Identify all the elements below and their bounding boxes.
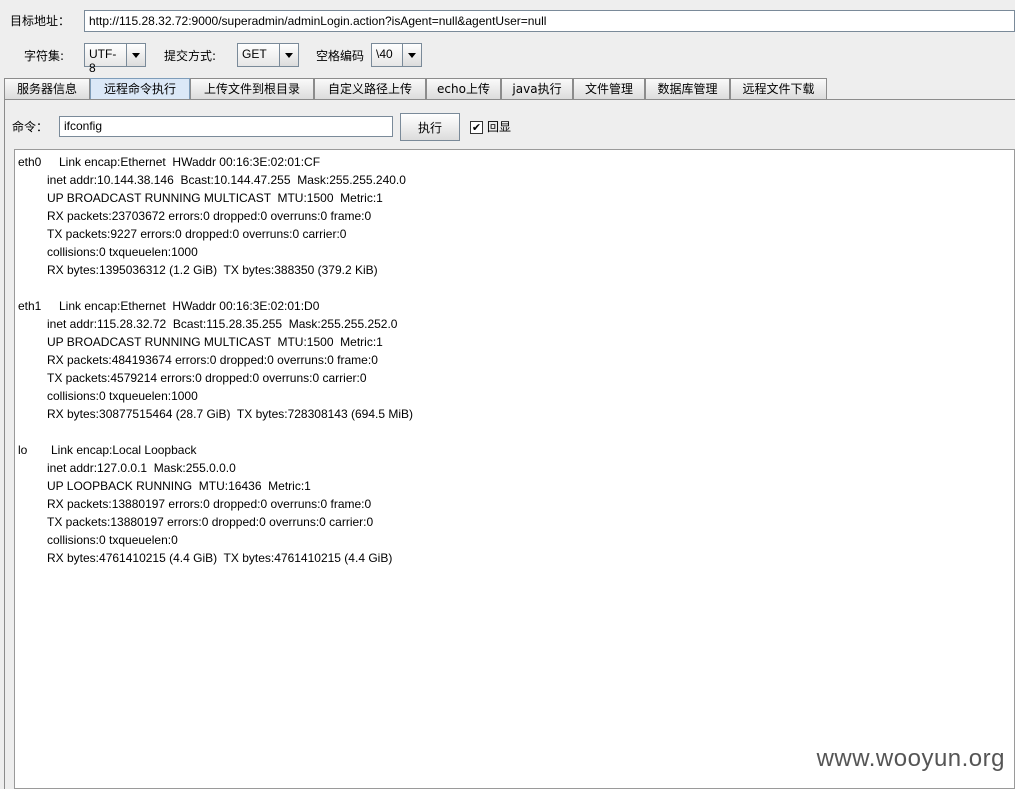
output-line: TX packets:9227 errors:0 dropped:0 overr… (47, 227, 347, 241)
execute-button[interactable]: 执行 (400, 113, 460, 141)
output-line: inet addr:10.144.38.146 Bcast:10.144.47.… (47, 173, 406, 187)
command-input[interactable]: ifconfig (59, 116, 393, 137)
output-line: UP BROADCAST RUNNING MULTICAST MTU:1500 … (47, 335, 383, 349)
output-interface-name: eth1 (18, 299, 42, 313)
chevron-down-icon (127, 44, 145, 66)
output-line: RX bytes:1395036312 (1.2 GiB) TX bytes:3… (47, 263, 378, 277)
tab-server-info[interactable]: 服务器信息 (4, 78, 90, 99)
echo-label: 回显 (487, 120, 512, 134)
output-line: collisions:0 txqueuelen:1000 (47, 389, 198, 403)
target-url-input[interactable]: http://115.28.32.72:9000/superadmin/admi… (84, 10, 1015, 32)
watermark: www.wooyun.org (816, 745, 1005, 772)
tab-upload-root[interactable]: 上传文件到根目录 (190, 78, 314, 99)
output-line: RX bytes:30877515464 (28.7 GiB) TX bytes… (47, 407, 414, 421)
tab-file-manager[interactable]: 文件管理 (573, 78, 645, 99)
output-line: TX packets:4579214 errors:0 dropped:0 ov… (47, 371, 367, 385)
output-line: RX packets:484193674 errors:0 dropped:0 … (47, 353, 378, 367)
method-label: 提交方式: (164, 49, 217, 63)
output-line: Link encap:Ethernet HWaddr 00:16:3E:02:0… (59, 155, 321, 169)
output-line: UP BROADCAST RUNNING MULTICAST MTU:1500 … (47, 191, 383, 205)
space-encoding-select[interactable]: \40 (371, 43, 422, 67)
tab-remote-command[interactable]: 远程命令执行 (90, 78, 190, 100)
tab-echo-upload[interactable]: echo上传 (426, 78, 501, 99)
echo-checkbox[interactable]: ✔ (470, 121, 483, 134)
tab-db-manager[interactable]: 数据库管理 (645, 78, 730, 99)
tab-custom-upload[interactable]: 自定义路径上传 (314, 78, 426, 99)
output-line: RX bytes:4761410215 (4.4 GiB) TX bytes:4… (47, 551, 393, 565)
charset-value: UTF-8 (85, 44, 127, 75)
output-line: Link encap:Local Loopback (51, 443, 197, 457)
chevron-down-icon (403, 44, 421, 66)
target-url-label: 目标地址： (10, 14, 71, 28)
charset-label: 字符集: (24, 49, 65, 63)
output-line: collisions:0 txqueuelen:1000 (47, 245, 198, 259)
output-line: collisions:0 txqueuelen:0 (47, 533, 178, 547)
output-line: RX packets:13880197 errors:0 dropped:0 o… (47, 497, 372, 511)
tab-java-exec[interactable]: java执行 (501, 78, 573, 99)
output-line: inet addr:127.0.0.1 Mask:255.0.0.0 (47, 461, 236, 475)
output-line: TX packets:13880197 errors:0 dropped:0 o… (47, 515, 374, 529)
tab-remote-download[interactable]: 远程文件下载 (730, 78, 827, 99)
method-select[interactable]: GET (237, 43, 299, 67)
output-interface-name: lo (18, 443, 28, 457)
output-line: RX packets:23703672 errors:0 dropped:0 o… (47, 209, 372, 223)
output-line: Link encap:Ethernet HWaddr 00:16:3E:02:0… (59, 299, 320, 313)
chevron-down-icon (280, 44, 298, 66)
method-value: GET (238, 44, 280, 66)
command-label: 命令： (12, 120, 49, 134)
output-interface-name: eth0 (18, 155, 42, 169)
command-output[interactable]: eth0 Link encap:Ethernet HWaddr 00:16:3E:… (14, 149, 1015, 789)
charset-select[interactable]: UTF-8 (84, 43, 146, 75)
space-encoding-label: 空格编码 (316, 49, 365, 63)
space-encoding-value: \40 (372, 44, 403, 66)
output-line: inet addr:115.28.32.72 Bcast:115.28.35.2… (47, 317, 398, 331)
output-line: UP LOOPBACK RUNNING MTU:16436 Metric:1 (47, 479, 311, 493)
